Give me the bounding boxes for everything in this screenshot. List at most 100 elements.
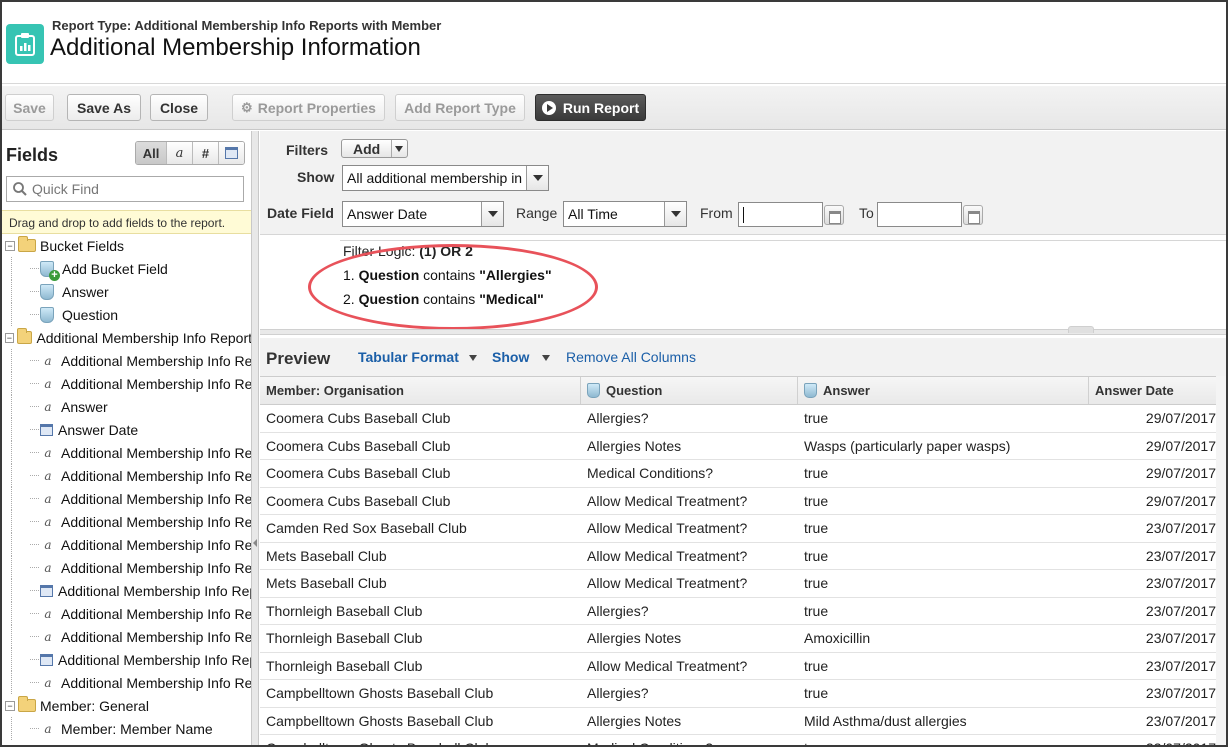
from-calendar-icon[interactable] bbox=[824, 205, 844, 225]
panel-splitter[interactable] bbox=[252, 131, 259, 745]
run-report-button[interactable]: Run Report bbox=[535, 94, 646, 121]
chevron-down-icon bbox=[664, 202, 686, 226]
to-label: To bbox=[859, 205, 874, 221]
tree-field-item[interactable]: a Additional Membership Info Rep bbox=[2, 349, 251, 372]
collapse-handle-icon[interactable] bbox=[1068, 326, 1094, 333]
run-report-label: Run Report bbox=[562, 99, 640, 116]
tree-field-item[interactable]: a Additional Membership Info Rep bbox=[2, 464, 251, 487]
tab-numeric-fields[interactable]: # bbox=[192, 142, 218, 164]
tree-field-item[interactable]: Additional Membership Info Rep bbox=[2, 648, 252, 671]
table-cell: Allergies? bbox=[587, 685, 649, 702]
table-scrollbar[interactable] bbox=[1216, 376, 1226, 745]
folder-icon bbox=[18, 696, 36, 712]
table-cell: Camden Red Sox Baseball Club bbox=[266, 520, 467, 537]
tree-connector bbox=[11, 625, 12, 648]
filters-resize-bar[interactable] bbox=[260, 326, 1226, 335]
collapse-icon[interactable]: − bbox=[5, 700, 15, 711]
range-select[interactable]: All Time bbox=[563, 201, 687, 227]
tab-text-fields[interactable]: a bbox=[166, 142, 192, 164]
show-select[interactable]: All additional membership info bbox=[342, 165, 549, 191]
tabular-format-menu[interactable]: Tabular Format bbox=[358, 349, 459, 365]
tree-connector bbox=[11, 579, 12, 602]
table-cell: 23/07/2017 bbox=[1145, 547, 1216, 564]
tree-folder[interactable]: − Member: General bbox=[2, 694, 251, 717]
table-row: Camden Red Sox Baseball Club Allow Medica… bbox=[260, 515, 1226, 543]
bucket-icon bbox=[40, 306, 54, 323]
report-properties-button[interactable]: ⚙ Report Properties bbox=[232, 94, 385, 121]
tree-folder[interactable]: − Bucket Fields bbox=[2, 234, 251, 257]
folder-icon bbox=[18, 236, 36, 252]
tree-field-item[interactable]: a Additional Membership Info Rep bbox=[2, 533, 252, 556]
tree-connector bbox=[11, 533, 12, 556]
save-as-button[interactable]: Save As bbox=[67, 94, 141, 121]
chevron-down-icon[interactable] bbox=[542, 355, 550, 361]
tree-field-item[interactable]: Additional Membership Info Rep bbox=[2, 579, 252, 602]
play-icon bbox=[541, 100, 556, 115]
highlight-circle bbox=[308, 244, 598, 330]
report-icon bbox=[6, 24, 44, 64]
preview-table: Member: Organisation Question Answer Ans… bbox=[260, 376, 1226, 745]
column-header-label: Answer bbox=[823, 383, 870, 398]
tab-all[interactable]: All bbox=[136, 142, 166, 164]
column-header[interactable]: Question bbox=[581, 377, 798, 404]
show-menu[interactable]: Show bbox=[492, 349, 529, 365]
collapse-icon[interactable]: − bbox=[5, 332, 14, 343]
tree-item-label: Additional Membership Info Rep bbox=[61, 536, 252, 553]
text-field-icon: a bbox=[44, 560, 52, 575]
quick-find-field bbox=[6, 176, 244, 202]
tree-field-item[interactable]: Question bbox=[2, 303, 251, 326]
quick-find-input[interactable] bbox=[32, 181, 232, 197]
tree-field-item[interactable]: a Additional Membership Info Rep bbox=[2, 602, 251, 625]
save-button[interactable]: Save bbox=[5, 94, 54, 121]
add-filter-button[interactable]: Add bbox=[341, 139, 408, 158]
table-cell: Coomera Cubs Baseball Club bbox=[266, 492, 451, 509]
show-label: Show bbox=[297, 169, 335, 185]
tab-date-fields[interactable] bbox=[218, 142, 244, 164]
table-cell: true bbox=[804, 685, 829, 702]
tree-field-item[interactable]: a Answer bbox=[2, 395, 251, 418]
from-date-input[interactable] bbox=[738, 202, 823, 227]
tree-item-label: Member: General bbox=[40, 697, 149, 714]
tree-field-item[interactable]: Answer Date bbox=[2, 418, 251, 441]
tree-field-item[interactable]: a Additional Membership Info Rep bbox=[2, 487, 251, 510]
to-calendar-icon[interactable] bbox=[963, 205, 983, 225]
gear-icon: ⚙ bbox=[241, 99, 253, 115]
tree-field-item[interactable]: a Member: Member Name bbox=[2, 717, 251, 740]
table-row: Mets Baseball Club Allow Medical Treatmen… bbox=[260, 543, 1226, 570]
chevron-down-icon bbox=[481, 202, 503, 226]
column-header[interactable]: Answer Date bbox=[1089, 377, 1226, 404]
tree-connector bbox=[30, 383, 39, 384]
text-field-icon: a bbox=[44, 537, 52, 552]
remove-all-columns-link[interactable]: Remove All Columns bbox=[566, 349, 696, 365]
table-cell: 23/07/2017 bbox=[1145, 712, 1216, 729]
column-header[interactable]: Answer bbox=[798, 377, 1089, 404]
column-header-label: Question bbox=[606, 383, 663, 398]
table-row: Campbelltown Ghosts Baseball Club Allergi… bbox=[260, 708, 1226, 735]
tree-item-label: Additional Membership Info Rep bbox=[58, 582, 252, 599]
fields-panel: Fields All a # Drag and drop to add fiel… bbox=[2, 131, 252, 745]
close-button[interactable]: Close bbox=[150, 94, 208, 121]
tree-field-item[interactable]: Add Bucket Field bbox=[2, 257, 251, 281]
collapse-icon[interactable]: − bbox=[5, 240, 15, 251]
calendar-icon bbox=[40, 584, 53, 597]
tree-item-label: Additional Membership Info Rep bbox=[58, 651, 252, 668]
date-field-select[interactable]: Answer Date bbox=[342, 201, 504, 227]
tree-field-item[interactable]: a Additional Membership Info Rep bbox=[2, 372, 251, 395]
report-type-subtitle: Report Type: Additional Membership Info … bbox=[52, 18, 442, 33]
text-field-icon: a bbox=[44, 376, 52, 391]
tree-field-item[interactable]: a Additional Membership Info Rep bbox=[2, 510, 251, 533]
column-header[interactable]: Member: Organisation bbox=[260, 377, 581, 404]
tree-field-item[interactable]: a Additional Membership Info Rep bbox=[2, 556, 251, 579]
table-cell: Allergies Notes bbox=[587, 437, 682, 454]
tree-connector bbox=[11, 510, 12, 533]
to-date-input[interactable] bbox=[877, 202, 962, 227]
table-cell: 23/07/2017 bbox=[1089, 735, 1226, 745]
tree-field-item[interactable]: a Additional Membership Info Rep bbox=[2, 441, 251, 464]
tree-field-item[interactable]: a Additional Membership Info Rep bbox=[2, 671, 251, 694]
chevron-down-icon[interactable] bbox=[469, 355, 477, 361]
tree-field-item[interactable]: Answer bbox=[2, 280, 251, 303]
tree-folder[interactable]: − Additional Membership Info Report bbox=[2, 326, 251, 349]
tree-connector bbox=[30, 728, 39, 729]
add-report-type-button[interactable]: Add Report Type bbox=[395, 94, 525, 121]
tree-field-item[interactable]: a Additional Membership Info Rep bbox=[2, 625, 251, 648]
